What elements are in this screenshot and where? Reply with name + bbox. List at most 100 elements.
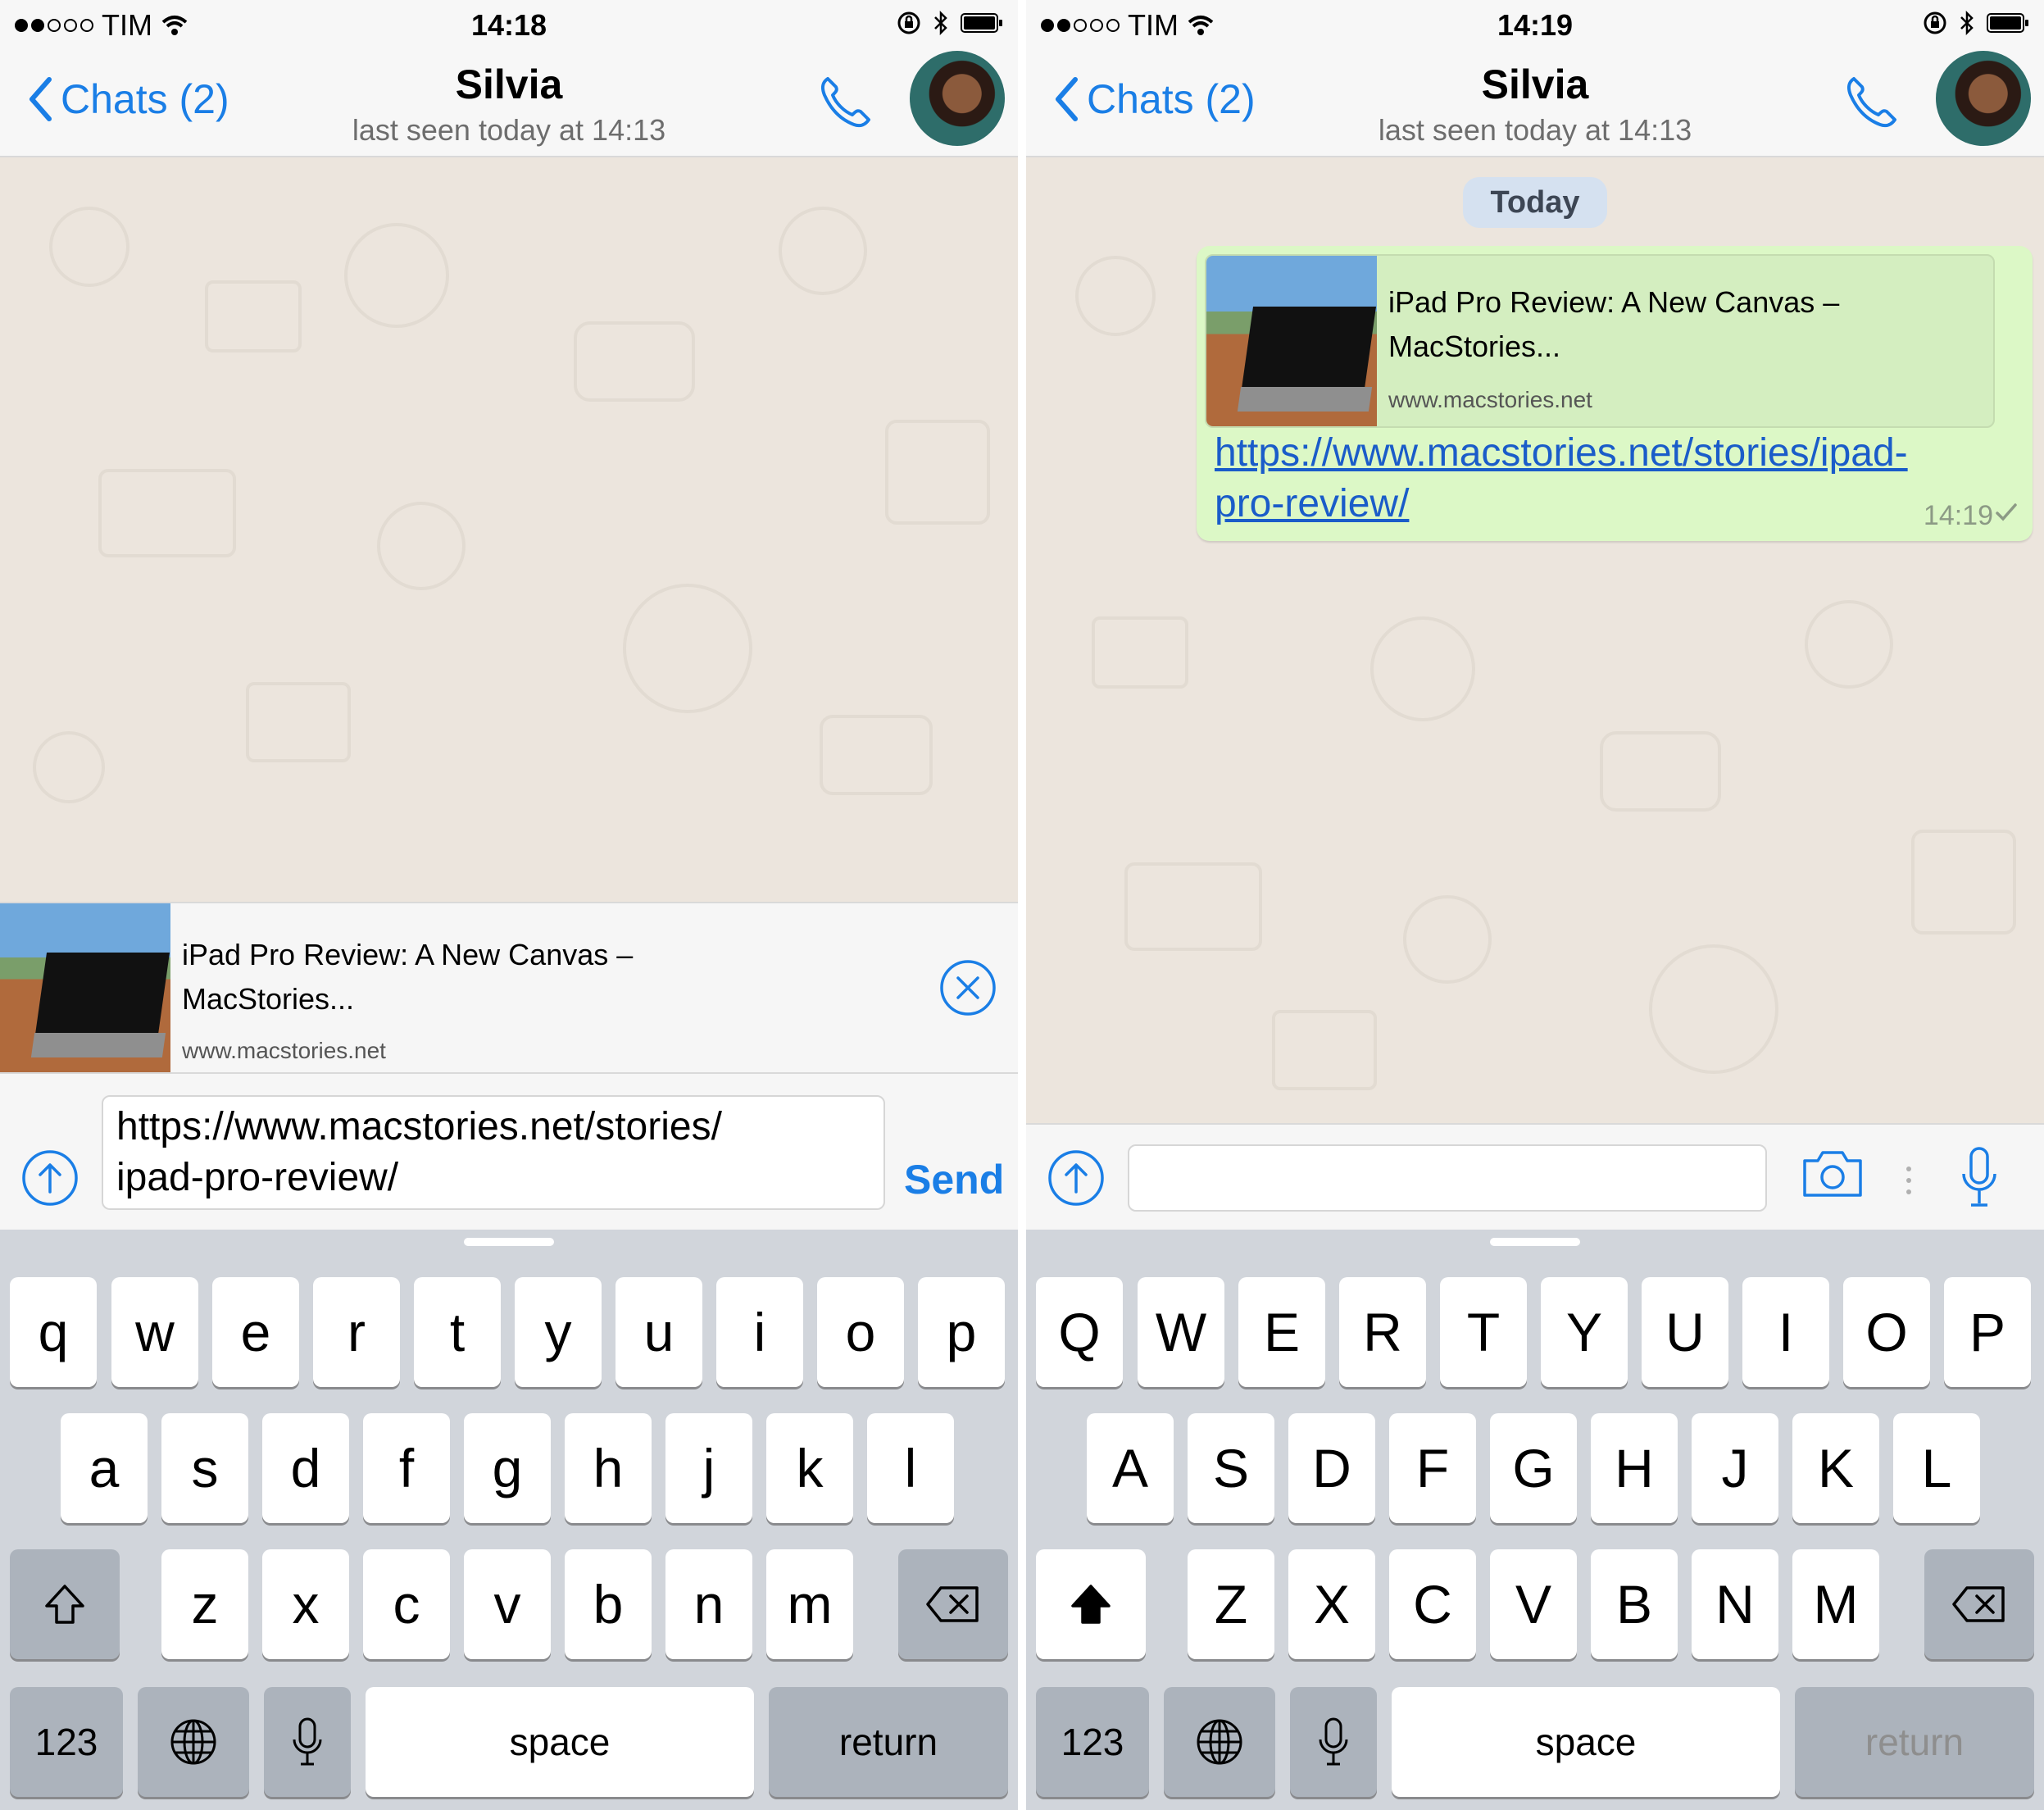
outgoing-message[interactable]: iPad Pro Review: A New Canvas – MacStori… xyxy=(1197,246,2033,541)
key-f[interactable]: F xyxy=(1389,1413,1476,1523)
message-input[interactable]: https://www.macstories.net/stories/ ipad… xyxy=(102,1095,885,1210)
key-w[interactable]: W xyxy=(1138,1277,1224,1387)
key-q[interactable]: Q xyxy=(1036,1277,1123,1387)
key-c[interactable]: C xyxy=(1389,1549,1476,1659)
keyboard: Q W E R T Y U I O P A S D F G H J K L Z … xyxy=(1026,1230,2044,1810)
return-key[interactable]: return xyxy=(769,1687,1008,1797)
key-u[interactable]: u xyxy=(615,1277,702,1387)
key-r[interactable]: R xyxy=(1339,1277,1426,1387)
key-l[interactable]: l xyxy=(867,1413,954,1523)
key-n[interactable]: N xyxy=(1692,1549,1778,1659)
key-z[interactable]: z xyxy=(161,1549,248,1659)
key-b[interactable]: b xyxy=(565,1549,652,1659)
key-l[interactable]: L xyxy=(1893,1413,1980,1523)
key-g[interactable]: G xyxy=(1490,1413,1577,1523)
chat-area xyxy=(0,157,1018,902)
link-preview-bar[interactable]: iPad Pro Review: A New Canvas – MacStori… xyxy=(0,902,1018,1074)
keyboard-handle[interactable] xyxy=(1490,1238,1580,1246)
phone-icon xyxy=(1846,77,1896,128)
key-d[interactable]: D xyxy=(1288,1413,1375,1523)
numbers-key[interactable]: 123 xyxy=(10,1687,123,1797)
preview-title: iPad Pro Review: A New Canvas – MacStori… xyxy=(182,933,633,1021)
key-v[interactable]: V xyxy=(1490,1549,1577,1659)
numbers-key[interactable]: 123 xyxy=(1036,1687,1149,1797)
key-k[interactable]: K xyxy=(1792,1413,1879,1523)
globe-key[interactable] xyxy=(1164,1687,1275,1797)
shift-key[interactable] xyxy=(1036,1549,1146,1659)
globe-key[interactable] xyxy=(138,1687,249,1797)
card-host: www.macstories.net xyxy=(1388,387,1592,412)
key-h[interactable]: H xyxy=(1591,1413,1678,1523)
key-t[interactable]: t xyxy=(414,1277,501,1387)
key-b[interactable]: B xyxy=(1591,1549,1678,1659)
space-key[interactable]: space xyxy=(1392,1687,1780,1797)
key-j[interactable]: j xyxy=(665,1413,752,1523)
close-preview-button[interactable] xyxy=(939,959,997,1021)
message-link-card[interactable]: iPad Pro Review: A New Canvas – MacStori… xyxy=(1205,254,1995,428)
key-o[interactable]: o xyxy=(817,1277,904,1387)
key-s[interactable]: s xyxy=(161,1413,248,1523)
message-link-line2: pro-review/ xyxy=(1215,482,1410,525)
keyboard-handle[interactable] xyxy=(464,1238,554,1246)
dictation-key[interactable] xyxy=(1290,1687,1377,1797)
return-key[interactable]: return xyxy=(1795,1687,2034,1797)
attach-button[interactable] xyxy=(1047,1149,1105,1211)
delete-key[interactable] xyxy=(1924,1549,2034,1659)
message-link[interactable]: https://www.macstories.net/stories/ipad-… xyxy=(1215,428,2001,530)
key-w[interactable]: w xyxy=(111,1277,198,1387)
space-key[interactable]: space xyxy=(366,1687,754,1797)
key-n[interactable]: n xyxy=(665,1549,752,1659)
key-j[interactable]: J xyxy=(1692,1413,1778,1523)
key-s[interactable]: S xyxy=(1188,1413,1274,1523)
key-h[interactable]: h xyxy=(565,1413,652,1523)
key-i[interactable]: i xyxy=(716,1277,803,1387)
key-v[interactable]: v xyxy=(464,1549,551,1659)
delete-key[interactable] xyxy=(898,1549,1008,1659)
preview-title-line2: MacStories... xyxy=(182,982,355,1016)
dictation-key[interactable] xyxy=(264,1687,351,1797)
attach-button[interactable] xyxy=(21,1149,79,1211)
key-e[interactable]: E xyxy=(1238,1277,1325,1387)
status-time: 14:19 xyxy=(1497,8,1574,42)
shift-key[interactable] xyxy=(10,1549,120,1659)
key-p[interactable]: p xyxy=(918,1277,1005,1387)
key-r[interactable]: r xyxy=(313,1277,400,1387)
key-p[interactable]: P xyxy=(1944,1277,2031,1387)
card-title-line1: iPad Pro Review: A New Canvas – xyxy=(1388,285,1840,319)
call-button[interactable] xyxy=(1842,72,1901,135)
card-thumbnail xyxy=(1206,256,1377,426)
call-button[interactable] xyxy=(816,72,875,135)
key-a[interactable]: A xyxy=(1087,1413,1174,1523)
attach-icon xyxy=(1048,1150,1104,1206)
voice-note-button[interactable] xyxy=(1960,1146,1998,1212)
status-bar: TIM 14:18 xyxy=(0,0,1018,51)
key-t[interactable]: T xyxy=(1440,1277,1527,1387)
key-f[interactable]: f xyxy=(363,1413,450,1523)
key-y[interactable]: Y xyxy=(1541,1277,1628,1387)
key-m[interactable]: M xyxy=(1792,1549,1879,1659)
key-y[interactable]: y xyxy=(515,1277,602,1387)
avatar[interactable] xyxy=(910,51,1005,146)
bluetooth-icon xyxy=(934,10,947,36)
key-m[interactable]: m xyxy=(766,1549,853,1659)
avatar[interactable] xyxy=(1936,51,2031,146)
keyboard: q w e r t y u i o p a s d f g h j k l z … xyxy=(0,1230,1018,1810)
key-q[interactable]: q xyxy=(10,1277,97,1387)
key-k[interactable]: k xyxy=(766,1413,853,1523)
key-g[interactable]: g xyxy=(464,1413,551,1523)
preview-thumbnail xyxy=(0,903,170,1072)
key-e[interactable]: e xyxy=(212,1277,299,1387)
key-x[interactable]: x xyxy=(262,1549,349,1659)
send-button[interactable]: Send xyxy=(904,1156,1004,1203)
key-d[interactable]: d xyxy=(262,1413,349,1523)
key-i[interactable]: I xyxy=(1742,1277,1829,1387)
key-u[interactable]: U xyxy=(1642,1277,1728,1387)
key-x[interactable]: X xyxy=(1288,1549,1375,1659)
key-a[interactable]: a xyxy=(61,1413,148,1523)
key-c[interactable]: c xyxy=(363,1549,450,1659)
camera-button[interactable] xyxy=(1800,1148,1865,1204)
message-input[interactable] xyxy=(1128,1144,1767,1212)
key-z[interactable]: Z xyxy=(1188,1549,1274,1659)
message-time: 14:19 xyxy=(1923,500,1993,531)
key-o[interactable]: O xyxy=(1843,1277,1930,1387)
